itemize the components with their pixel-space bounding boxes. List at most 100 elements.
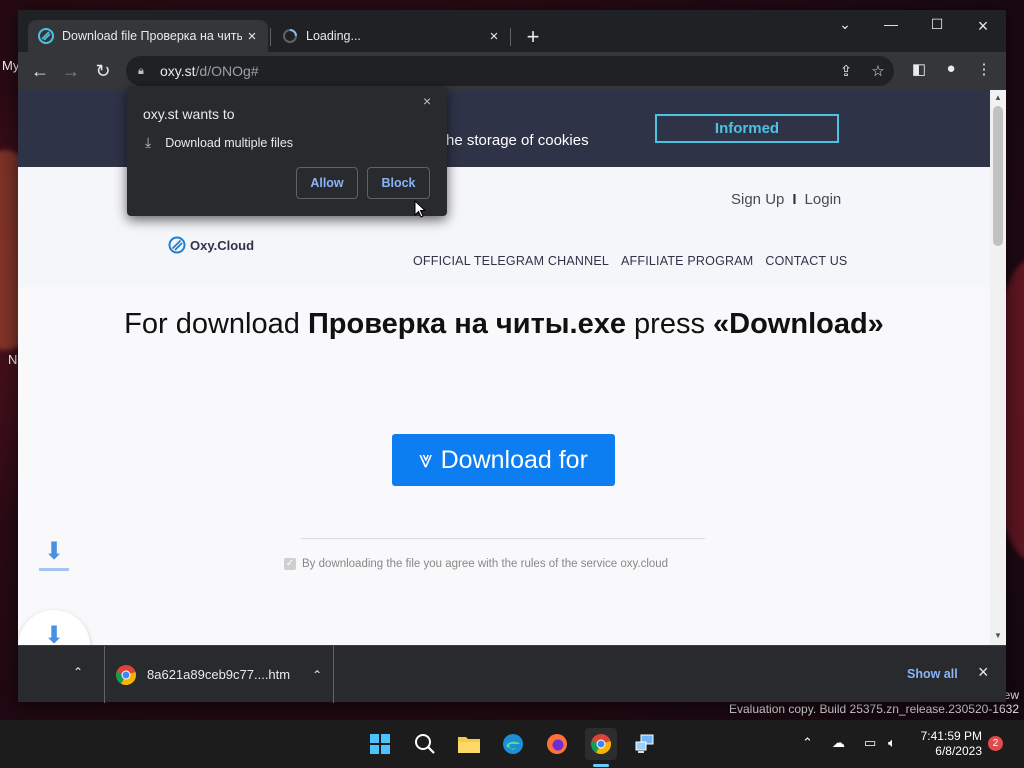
download-arrow-icon: ⬇ — [43, 622, 65, 645]
floating-download-widget[interactable]: ⬇ — [18, 610, 90, 645]
side-panel-icon[interactable]: ◧ — [908, 60, 930, 78]
block-button[interactable]: Block — [367, 167, 430, 199]
show-all-button[interactable]: Show all — [907, 667, 958, 681]
chevron-up-icon[interactable]: ⌃ — [312, 668, 322, 682]
oxy-cloud-logo[interactable]: Oxy.Cloud — [168, 236, 254, 254]
oxy-logo-icon — [168, 236, 186, 254]
new-tab-button[interactable]: + — [521, 24, 545, 50]
tab-title: Loading... — [306, 29, 361, 43]
tab-separator — [510, 28, 511, 46]
permission-text: Download multiple files — [165, 135, 294, 150]
tab-search-icon[interactable]: ⌄ — [830, 16, 860, 33]
address-bar[interactable]: 🔒︎ oxy.st/d/ONOg# ⇪ ☆ — [126, 56, 894, 86]
auth-separator: I — [792, 191, 797, 208]
tab-download-file[interactable]: Download file Проверка на читы × — [28, 20, 268, 52]
download-icon: ⤓ — [145, 134, 152, 150]
bookmark-star-icon[interactable]: ☆ — [868, 62, 888, 80]
maximize-icon[interactable]: ☐ — [922, 16, 952, 33]
clock-time: 7:41:59 PM — [920, 729, 982, 743]
search-icon[interactable] — [409, 728, 441, 760]
browser-toolbar: ← → ↻ 🔒︎ oxy.st/d/ONOg# ⇪ ☆ ◧ ● ⋮ — [18, 52, 1006, 90]
divider — [301, 538, 705, 539]
active-app-indicator — [593, 764, 609, 767]
desktop-label: My — [2, 58, 20, 73]
chevron-up-icon[interactable]: ⌃ — [73, 665, 83, 679]
forward-icon[interactable]: → — [59, 59, 83, 83]
floating-download-widget[interactable]: ⬇ — [30, 538, 78, 594]
tab-loading[interactable]: Loading... × — [272, 20, 510, 52]
nav-affiliate-program[interactable]: AFFILIATE PROGRAM — [621, 254, 753, 268]
headline-mid: press — [625, 308, 714, 340]
scroll-down-icon[interactable]: ▼ — [990, 631, 1006, 640]
reload-icon[interactable]: ↻ — [91, 59, 115, 83]
chrome-icon[interactable] — [585, 728, 617, 760]
url-path: /d/ONOg# — [195, 63, 259, 79]
permission-popup: oxy.st wants to × ⤓ Download multiple fi… — [127, 86, 447, 216]
download-arrow-icon: ⬇ — [43, 538, 65, 565]
url-host: oxy.st — [160, 63, 196, 79]
cloud-offline-icon[interactable]: ☁ — [832, 735, 845, 751]
lock-icon[interactable]: 🔒︎ — [138, 65, 150, 78]
sign-up-link[interactable]: Sign Up — [731, 191, 784, 208]
mouse-cursor-icon — [414, 200, 426, 218]
download-file-name: 8a621a89ceb9c77....htm — [147, 667, 291, 682]
windows-start-icon[interactable] — [364, 728, 396, 760]
scroll-up-icon[interactable]: ▲ — [990, 93, 1006, 102]
system-clock[interactable]: 7:41:59 PM 6/8/2023 — [918, 729, 982, 759]
tab-title: Download file Проверка на читы — [62, 29, 242, 43]
close-window-icon[interactable]: × — [968, 16, 998, 37]
network-app-icon[interactable] — [629, 728, 661, 760]
edge-icon[interactable] — [497, 728, 529, 760]
informed-button[interactable]: Informed — [655, 114, 839, 143]
volume-icon[interactable]: 🔈︎ — [888, 735, 896, 751]
magnifier-icon — [415, 734, 435, 754]
download-item[interactable]: 8a621a89ceb9c77....htm ⌃ — [104, 646, 334, 703]
clock-date: 6/8/2023 — [935, 744, 982, 758]
computer-network-icon — [635, 734, 654, 753]
download-line — [39, 568, 69, 571]
chevron-up-icon[interactable]: ⌃ — [802, 735, 813, 751]
headline-action: «Download» — [713, 308, 884, 340]
page-headline: For download Проверка на читы.exe press … — [18, 308, 990, 341]
agreement: ✓ By downloading the file you agree with… — [284, 558, 668, 570]
download-label: Download for — [440, 445, 588, 474]
url-text[interactable]: oxy.st/d/ONOg# — [160, 63, 259, 79]
logo-text: Oxy.Cloud — [190, 237, 255, 253]
loading-spinner-icon — [283, 29, 297, 43]
chrome-logo-icon — [591, 734, 611, 755]
page-scrollbar[interactable]: ▲ ▼ — [990, 90, 1006, 645]
agree-checkbox[interactable]: ✓ — [284, 558, 296, 570]
permission-row: ⤓ Download multiple files — [145, 134, 293, 151]
login-link[interactable]: Login — [805, 191, 842, 208]
eval-line: Evaluation copy. Build 25375.zn_release.… — [729, 702, 1019, 716]
download-button[interactable]: ⩔ Download for — [392, 434, 615, 486]
nav-telegram-channel[interactable]: OFFICIAL TELEGRAM CHANNEL — [413, 254, 609, 268]
allow-button[interactable]: Allow — [296, 167, 358, 199]
nav-contact-us[interactable]: CONTACT US — [765, 254, 847, 268]
profile-icon[interactable]: ● — [940, 60, 962, 77]
scroll-thumb[interactable] — [993, 106, 1003, 246]
share-icon[interactable]: ⇪ — [836, 62, 856, 80]
menu-dots-icon[interactable]: ⋮ — [973, 60, 995, 78]
agree-text: By downloading the file you agree with t… — [302, 558, 669, 570]
back-icon[interactable]: ← — [28, 59, 52, 83]
firefox-logo-icon — [547, 734, 567, 754]
tab-close-icon[interactable]: × — [484, 28, 504, 45]
file-explorer-icon[interactable] — [453, 728, 485, 760]
firefox-icon[interactable] — [541, 728, 573, 760]
tab-close-icon[interactable]: × — [242, 28, 262, 45]
close-icon[interactable]: × — [423, 93, 431, 109]
chrome-file-icon — [116, 664, 136, 685]
oxy-favicon-icon — [38, 28, 54, 44]
close-shelf-icon[interactable]: × — [978, 662, 989, 683]
display-icon[interactable]: ▭ — [864, 735, 876, 751]
taskbar: ⌃ ☁ ▭ 🔈︎ 7:41:59 PM 6/8/2023 2 — [0, 720, 1024, 768]
minimize-icon[interactable]: — — [876, 16, 906, 32]
tab-separator — [270, 28, 271, 46]
windows-logo-icon — [370, 734, 390, 754]
headline-pre: For download — [124, 308, 308, 340]
edge-logo-icon — [503, 734, 523, 754]
notification-badge[interactable]: 2 — [988, 736, 1003, 751]
site-nav: OFFICIAL TELEGRAM CHANNEL AFFILIATE PROGR… — [413, 254, 859, 268]
download-shelf: ⌃ 8a621a89ceb9c77....htm ⌃ Show all × — [18, 645, 1006, 703]
